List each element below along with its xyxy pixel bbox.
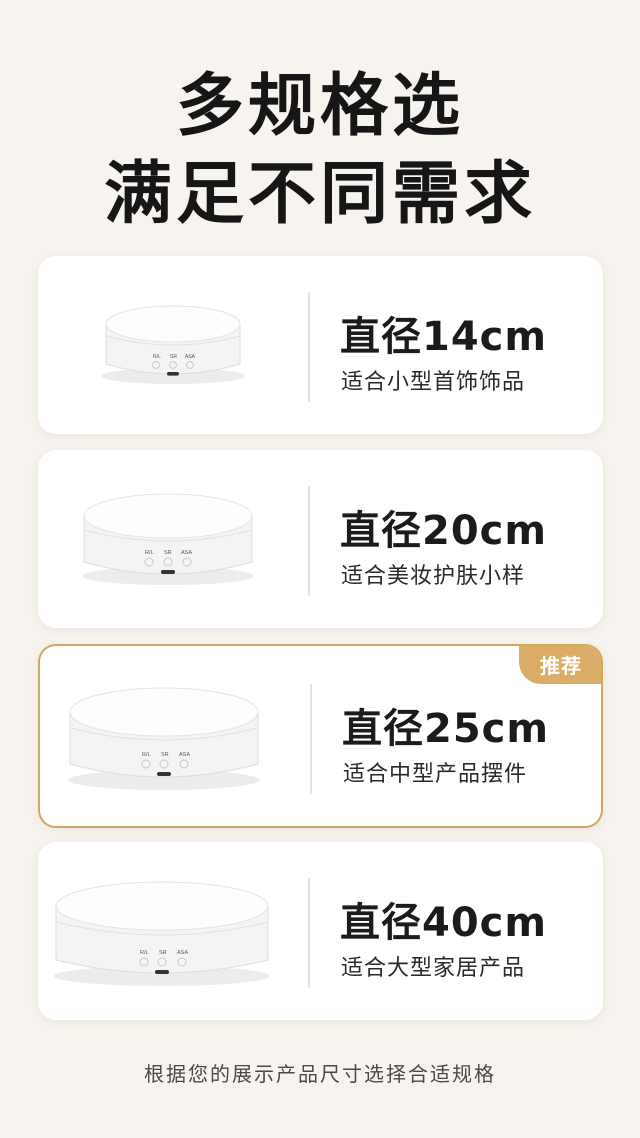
headline: 多规格选 满足不同需求 xyxy=(0,62,640,238)
label-rl: R/L xyxy=(142,752,151,758)
card-divider xyxy=(308,292,310,402)
label-rl: R/L xyxy=(140,950,149,956)
turntable-image-medium-small: R/L SR ASA xyxy=(82,493,254,585)
product-card-14cm[interactable]: R/L SR ASA 直径14cm 适合小型首饰饰品 xyxy=(38,256,603,434)
size-title: 直径40cm xyxy=(340,900,548,946)
label-asa: ASA xyxy=(181,550,192,556)
turntable-image-small: R/L SR ASA xyxy=(101,305,245,384)
turntable-image-large: R/L SR ASA xyxy=(54,881,270,986)
footer-note: 根据您的展示产品尺寸选择合适规格 xyxy=(144,1062,496,1086)
product-card-40cm[interactable]: R/L SR ASA 直径40cm 适合大型家居产品 xyxy=(38,842,603,1020)
label-rl: R/L xyxy=(153,354,161,360)
product-card-25cm[interactable]: 推荐 R/L SR ASA 直径25cm 适合中型产品摆件 xyxy=(38,644,603,828)
card-divider xyxy=(310,684,312,794)
size-description: 适合大型家居产品 xyxy=(341,956,526,981)
size-description: 适合中型产品摆件 xyxy=(343,762,528,787)
card-divider xyxy=(308,486,310,596)
recommended-badge: 推荐 xyxy=(519,646,601,684)
size-title: 直径25cm xyxy=(342,706,550,752)
label-sr: SR xyxy=(161,752,169,758)
label-sr: SR xyxy=(170,354,177,360)
headline-line-2: 满足不同需求 xyxy=(103,155,536,234)
label-sr: SR xyxy=(159,950,167,956)
product-card-20cm[interactable]: R/L SR ASA 直径20cm 适合美妆护肤小样 xyxy=(38,450,603,628)
size-title: 直径14cm xyxy=(340,314,548,360)
label-asa: ASA xyxy=(177,950,188,956)
label-sr: SR xyxy=(164,550,172,556)
size-title: 直径20cm xyxy=(340,508,548,554)
size-description: 适合美妆护肤小样 xyxy=(341,564,526,589)
size-description: 适合小型首饰饰品 xyxy=(341,370,526,395)
label-asa: ASA xyxy=(185,354,196,360)
turntable-image-medium: R/L SR ASA xyxy=(68,687,260,790)
label-asa: ASA xyxy=(179,752,190,758)
card-divider xyxy=(308,878,310,988)
label-rl: R/L xyxy=(145,550,154,556)
headline-line-1: 多规格选 xyxy=(175,67,464,146)
